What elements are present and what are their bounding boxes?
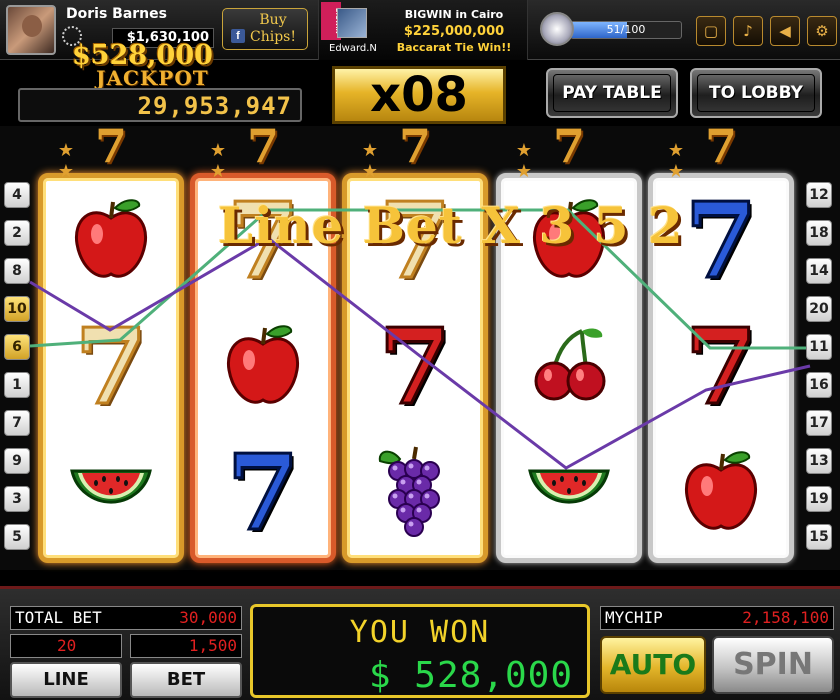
seven-gold-icon: 7 xyxy=(73,305,148,428)
reel-2-top-seven: ★ ★ 7 xyxy=(190,120,336,182)
apple-icon xyxy=(681,446,761,540)
payline-badge-12[interactable]: 12 xyxy=(806,182,832,208)
sound-icon[interactable]: ◀ xyxy=(770,16,800,46)
symbol-seven-gold: 7 xyxy=(43,304,179,430)
winner-name: Edward.N xyxy=(329,43,377,54)
payline-badge-11[interactable]: 11 xyxy=(806,334,832,360)
watermelon-icon xyxy=(524,451,614,535)
payline-badge-10[interactable]: 10 xyxy=(4,296,30,322)
total-bet-value: 30,000 xyxy=(179,608,237,627)
you-won-display: YOU WON $ 528,000 xyxy=(250,604,590,698)
grapes-icon xyxy=(370,441,460,545)
you-won-amount: $ 528,000 xyxy=(368,655,573,696)
reel-4-top-seven: ★ ★ 7 xyxy=(496,120,642,182)
lines-value: 20 xyxy=(57,636,77,655)
to-lobby-button[interactable]: TO LOBBY xyxy=(690,68,822,118)
total-bet-display: TOTAL BET 30,000 xyxy=(10,606,242,630)
winner-avatar xyxy=(337,8,367,38)
seven-red-icon: 7 xyxy=(377,305,452,428)
apple-icon xyxy=(71,194,151,288)
payline-badge-18[interactable]: 18 xyxy=(806,220,832,246)
auto-spin-button[interactable]: AUTO xyxy=(600,636,706,694)
payline-badge-4[interactable]: 4 xyxy=(4,182,30,208)
symbol-watermelon xyxy=(43,430,179,556)
line-bet-overlay: Line Bet X 3 5 2 xyxy=(218,196,684,255)
payline-badge-1[interactable]: 1 xyxy=(4,372,30,398)
payline-badge-16[interactable]: 16 xyxy=(806,372,832,398)
multiplier-value: x08 xyxy=(370,67,468,123)
symbol-cherries xyxy=(501,304,637,430)
payline-badge-7[interactable]: 7 xyxy=(4,410,30,436)
level-badge-icon xyxy=(540,12,574,46)
facebook-icon: f xyxy=(231,29,245,43)
reel-1-top-seven: ★ ★ 7 xyxy=(38,120,184,182)
payline-badge-9[interactable]: 9 xyxy=(4,448,30,474)
symbol-grapes xyxy=(347,430,483,556)
payline-badge-8[interactable]: 8 xyxy=(4,258,30,284)
seven-blue-icon: 7 xyxy=(225,431,300,554)
line-button[interactable]: LINE xyxy=(10,662,122,698)
reel-5-top-seven: ★ ★ 7 xyxy=(648,120,794,182)
seven-red-icon: 7 xyxy=(683,305,758,428)
my-chip-display: MYCHIP 2,158,100 xyxy=(600,606,834,630)
symbol-apple xyxy=(43,178,179,304)
watermelon-icon xyxy=(66,451,156,535)
buy-chips-label: Buy Chips! xyxy=(250,12,296,45)
lines-display: 20 xyxy=(10,634,122,658)
symbol-apple xyxy=(195,304,331,430)
window-icon[interactable]: ▢ xyxy=(696,16,726,46)
level-progress-text: 51/100 xyxy=(606,23,646,36)
payline-badge-19[interactable]: 19 xyxy=(806,486,832,512)
buy-chips-button[interactable]: f Buy Chips! xyxy=(222,8,308,50)
level-progress-bar: 51/100 xyxy=(570,21,682,39)
bet-value: 1,500 xyxy=(188,636,237,655)
notice-line-1: BIGWIN in Cairo xyxy=(404,8,504,21)
jackpot-amount: 29,953,947 xyxy=(137,92,292,120)
stars-icon: ★ ★ xyxy=(209,140,317,182)
payline-badge-3[interactable]: 3 xyxy=(4,486,30,512)
payline-badge-17[interactable]: 17 xyxy=(806,410,832,436)
you-won-label: YOU WON xyxy=(349,615,491,650)
player-name: Doris Barnes xyxy=(66,6,167,22)
my-chip-value: 2,158,100 xyxy=(742,608,829,627)
bet-display: 1,500 xyxy=(130,634,242,658)
player-avatar[interactable] xyxy=(6,5,56,55)
jackpot-label: JACKPOT xyxy=(96,66,209,90)
payline-badge-13[interactable]: 13 xyxy=(806,448,832,474)
total-bet-label: TOTAL BET xyxy=(15,608,102,627)
payline-badge-5[interactable]: 5 xyxy=(4,524,30,550)
symbol-seven-blue: 7 xyxy=(195,430,331,556)
stars-icon: ★ ★ xyxy=(667,140,775,182)
reel-3-top-seven: ★ ★ 7 xyxy=(342,120,488,182)
symbol-seven-red: 7 xyxy=(347,304,483,430)
payline-badge-15[interactable]: 15 xyxy=(806,524,832,550)
symbol-seven-red: 7 xyxy=(653,304,789,430)
stars-icon: ★ ★ xyxy=(57,140,165,182)
settings-icon[interactable]: ⚙ xyxy=(807,16,837,46)
symbol-watermelon xyxy=(501,430,637,556)
payline-badge-20[interactable]: 20 xyxy=(806,296,832,322)
music-icon[interactable]: ♪ xyxy=(733,16,763,46)
pay-table-button[interactable]: PAY TABLE xyxy=(546,68,678,118)
apple-icon xyxy=(223,320,303,414)
notice-line-2: $225,000,000 xyxy=(403,24,505,39)
payline-badge-14[interactable]: 14 xyxy=(806,258,832,284)
bigwin-notice: BIGWIN Edward.N BIGWIN in Cairo $225,000… xyxy=(318,0,528,60)
jackpot-counter: 29,953,947 xyxy=(18,88,302,122)
stars-icon: ★ ★ xyxy=(361,140,469,182)
cherries-icon xyxy=(524,325,614,409)
payline-badge-6[interactable]: 6 xyxy=(4,334,30,360)
seven-blue-icon: 7 xyxy=(683,179,758,302)
notice-line-3: Baccarat Tie Win!! xyxy=(396,41,512,54)
payline-badge-2[interactable]: 2 xyxy=(4,220,30,246)
multiplier-display: x08 xyxy=(332,66,506,124)
symbol-apple xyxy=(653,430,789,556)
my-chip-label: MYCHIP xyxy=(605,608,663,627)
bet-button[interactable]: BET xyxy=(130,662,242,698)
spin-button[interactable]: SPIN xyxy=(712,636,834,694)
stars-icon: ★ ★ xyxy=(515,140,623,182)
